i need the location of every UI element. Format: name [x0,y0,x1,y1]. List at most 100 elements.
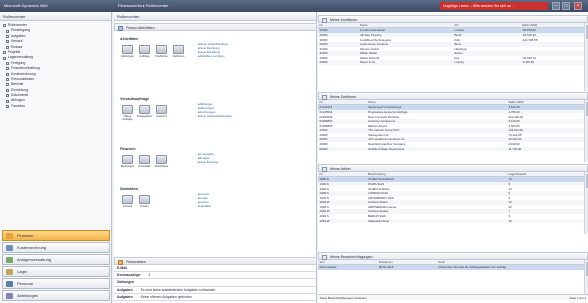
cue-label: Freigegeben [137,115,153,118]
finance-data-section: Finanzdaten E-Mail Kontoauszüge 4 Zahlungen… [114,257,317,303]
folder-icon [6,78,9,82]
panel2-scrollbar[interactable] [584,100,588,162]
table-cell: Meyer & Co [358,60,453,65]
navigation-tree: Rollencenter Posteingang Aufgaben Verkauf Ei… [0,21,111,109]
table-cell: 1953-W [318,218,367,224]
notifications-footer: Keine Benachrichtigungen vorhanden Seite … [318,294,588,300]
finance-info-row[interactable]: Aufgaben Keine offenen Aufgaben gefunden [114,294,317,301]
table-row[interactable]: 50000 Guildford Water Department 11.730,00 [318,146,588,152]
table-cell: Gästeteilnehmer [366,218,507,224]
finance-info-row[interactable]: Aufgaben Es sind keine ausstehenden Aufga… [114,287,317,294]
table-cell: 16 [506,218,588,224]
nav-button-label: Lager [17,269,28,274]
folder-icon [6,61,9,65]
activity-cue-tile[interactable]: Debitoren [171,45,186,58]
document-stack-icon [122,45,133,54]
close-button[interactable]: × [574,2,582,10]
activity-group-title: Verkaufsaufträge [120,97,150,101]
footer-paging: Seite 1 von 1 [569,296,586,300]
panel3-scrollbar[interactable] [584,172,588,234]
table-row[interactable]: 44000 Meyer & Co Leipzig -8.115,00 [318,60,588,65]
table-cell: Leipzig [453,60,521,65]
activities-header[interactable]: Finanz-Aktivitäten [114,23,317,31]
nav-button-2[interactable]: Anlagenverwaltung [2,254,110,265]
activity-cue-tile[interactable]: Zahlungen [120,45,135,58]
panel2-title: Meine Debitoren [330,95,357,99]
activity-group-title: Aktivitäten [120,37,139,41]
tree-item[interactable]: Favoriten [3,104,111,109]
table-cell: 11.730,00 [506,146,588,152]
panel4-header[interactable]: Meine Benachrichtigungen [318,252,588,260]
activity-cue-tile[interactable]: Offene Aufträge [120,105,135,121]
panel2-table: Nr. Name Saldo (MW) 01121212 Spotsmeyer's Fu… [318,100,588,152]
folder-icon [6,72,9,76]
role-center-main: Rollencenter Finanz-Aktivitäten Aktivitä… [114,12,317,303]
info-value: Keine offenen Aufgaben gefunden [140,294,192,299]
parts-pane: Meine Kreditoren Nr. Name Ort Saldo (MW) 1000… [318,12,588,303]
nav-button-label: Personal [17,281,33,286]
action-link[interactable]: Liquidität [198,204,210,209]
activity-cue-tile[interactable]: Freigegeben [137,105,152,118]
tree-item-label: Favoriten [11,103,26,108]
panel3-table: Nr. Beschreibung Lagerbestand 1896-S ATHEN S… [318,172,588,224]
info-value: Es sind keine ausstehenden Aufgaben vorh… [140,287,217,292]
footer-status: Keine Benachrichtigungen vorhanden [320,296,367,300]
panel4-title: Meine Benachrichtigungen [330,255,373,259]
action-link[interactable]: Neue Verkaufsreklamation [198,114,232,119]
activity-cue-tile[interactable]: Kontoblatt [137,155,152,168]
activity-group-title: Finanzen [120,147,136,151]
document-stack-icon [156,105,167,114]
panel1-scrollbar[interactable] [584,23,588,91]
nav-button-label: Finanzen [17,233,34,238]
folder-icon [6,105,9,109]
activities-icon [118,25,123,31]
nav-button-3[interactable]: Lager [2,266,110,277]
table-row[interactable]: Administrator 08.02.2016 Überprüfen Sie bi… [318,264,588,270]
panel1-header[interactable]: Meine Kreditoren [318,15,588,23]
finance-data-title: Finanzdaten [126,260,146,264]
finance-info-row[interactable]: Zahlungen [114,279,317,287]
finance-info-row[interactable]: Kontoauszüge 4 [114,272,317,280]
activity-cue-tile[interactable]: Kreditoren [154,45,169,58]
list-icon [322,254,327,260]
activity-cue-tile[interactable]: Buchungen [120,155,135,168]
activity-cue-tile[interactable]: Umsatz [120,195,135,208]
folder-icon [6,94,9,98]
document-stack-icon [139,155,150,164]
maximize-button[interactable]: □ [562,2,570,10]
folder-icon [3,51,6,55]
folder-icon [6,40,9,44]
finance-info-row[interactable]: E-Mail [114,265,317,273]
panel3-title: Meine Artikel [330,167,351,171]
table-row[interactable]: 1953-W Gästeteilnehmer 16 [318,218,588,224]
activity-cue-tile[interactable]: Gebucht [154,105,169,118]
document-stack-icon [122,195,133,204]
panel3-header[interactable]: Meine Artikel [318,164,588,172]
activity-cue-tile[interactable]: Aufträge [137,45,152,58]
nav-button-4[interactable]: Personal [2,278,110,289]
folder-icon [6,45,9,49]
info-label: Aufgaben [117,287,133,292]
items-part: Meine Artikel Nr. Beschreibung Lagerbestand… [318,164,588,234]
activity-cue-tile[interactable]: Abschlüsse [154,155,169,168]
cue-label: Umsatz [122,205,133,208]
minimize-button[interactable]: – [552,2,560,10]
nav-button-label: Anlagenverwaltung [17,257,52,262]
cue-label: Zahlungen [121,55,134,58]
activity-cue-tile[interactable]: Kosten [137,195,152,208]
panel2-header[interactable]: Meine Debitoren [318,92,588,100]
finance-icon [118,259,123,265]
table-cell: -8.115,00 [520,60,588,65]
action-link[interactable]: Aktivitäten verfolgen [198,54,224,59]
vendors-part: Meine Kreditoren Nr. Name Ort Saldo (MW) 1000… [318,15,588,91]
nav-section-icon [6,269,13,275]
folder-icon [6,29,9,33]
table-cell: 44000 [318,60,359,65]
nav-button-5[interactable]: Abteilungen [2,290,110,301]
finance-data-header[interactable]: Finanzdaten [114,257,317,265]
table-cell: Guildford Water Department [366,146,507,152]
breadcrumb[interactable]: Fitnessmedia ▸ Rollencenter [118,0,168,12]
nav-button-1[interactable]: Kostenrechnung [2,242,110,253]
nav-button-0[interactable]: Finanzen [2,230,110,241]
action-link[interactable]: Neue Buchung [198,160,218,165]
